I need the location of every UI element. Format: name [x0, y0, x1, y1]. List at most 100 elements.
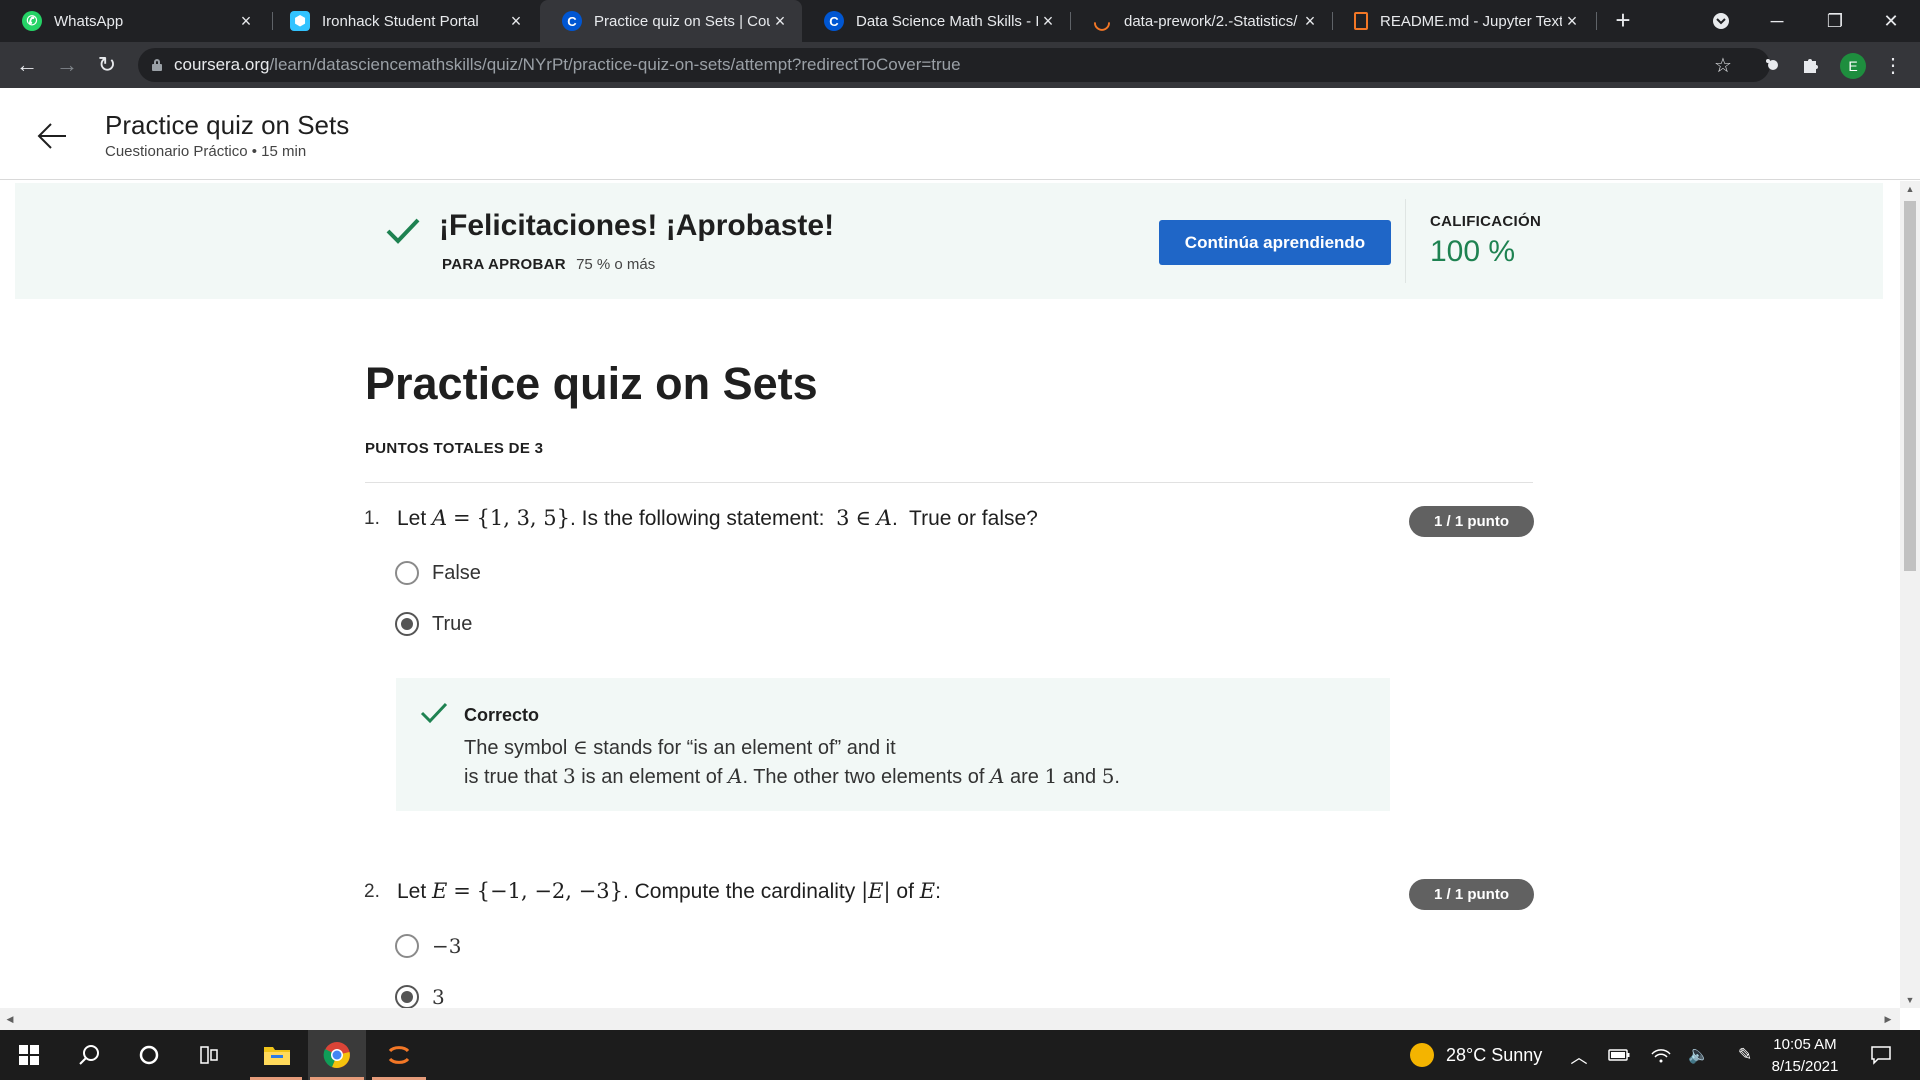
- system-clock[interactable]: 10:05 AM 8/15/2021: [1760, 1034, 1850, 1078]
- vertical-scrollbar[interactable]: ▲ ▼: [1900, 181, 1920, 1008]
- close-tab-icon[interactable]: ×: [1300, 11, 1320, 32]
- tab-practice-quiz[interactable]: C Practice quiz on Sets | Cour ×: [540, 0, 802, 42]
- windows-taskbar: 28°C Sunny ︿ 🔈 ✎ 10:05 AM 8/15/2021: [0, 1030, 1920, 1080]
- radio-false[interactable]: [395, 561, 419, 585]
- coursera-icon: C: [824, 11, 844, 31]
- check-icon: [420, 702, 448, 724]
- tab-title: Ironhack Student Portal: [322, 12, 479, 30]
- pen-ink-icon[interactable]: ✎: [1730, 1030, 1760, 1080]
- close-tab-icon[interactable]: ×: [506, 11, 526, 32]
- bookmark-star-icon[interactable]: ☆: [1708, 50, 1738, 80]
- banner-title: ¡Felicitaciones! ¡Aprobaste!: [439, 209, 835, 242]
- feedback-title: Correcto: [464, 705, 540, 725]
- extension-icon[interactable]: [1758, 50, 1788, 80]
- new-tab-button[interactable]: +: [1608, 6, 1638, 36]
- scroll-left-arrow-icon[interactable]: ◀: [0, 1011, 20, 1027]
- windows-logo-icon: [19, 1045, 39, 1065]
- chrome-icon[interactable]: [308, 1030, 366, 1080]
- page-header: Practice quiz on Sets Cuestionario Práct…: [0, 88, 1920, 180]
- pass-value: 75 % o más: [576, 256, 656, 273]
- close-tab-icon[interactable]: ×: [1562, 11, 1582, 32]
- tab-data-science-math[interactable]: C Data Science Math Skills - Ir ×: [802, 0, 1070, 42]
- forward-button[interactable]: →: [52, 50, 82, 80]
- horizontal-scrollbar[interactable]: ◀ ▶: [0, 1008, 1900, 1030]
- menu-dots-icon[interactable]: ⋮: [1878, 50, 1908, 80]
- url-text[interactable]: coursera.org/learn/datasciencemathskills…: [174, 55, 961, 75]
- clock-date: 8/15/2021: [1771, 1058, 1839, 1075]
- battery-icon[interactable]: [1604, 1030, 1634, 1080]
- task-view-icon[interactable]: [182, 1030, 236, 1080]
- scroll-up-arrow-icon[interactable]: ▲: [1900, 181, 1920, 197]
- tab-title: Data Science Math Skills - Ir: [856, 12, 1038, 30]
- feedback-text-line-1: The symbol ∈ stands for “is an element o…: [464, 735, 896, 759]
- tab-whatsapp[interactable]: ✆ WhatsApp ×: [0, 0, 268, 42]
- coursera-icon: C: [562, 11, 582, 31]
- option-label[interactable]: 3: [432, 985, 445, 1009]
- radio-option[interactable]: [395, 934, 419, 958]
- tab-title: Practice quiz on Sets | Cour: [594, 12, 770, 30]
- address-bar[interactable]: coursera.org/learn/datasciencemathskills…: [138, 48, 1770, 82]
- tab-ironhack[interactable]: ⬢ Ironhack Student Portal ×: [268, 0, 538, 42]
- clock-time: 10:05 AM: [1773, 1036, 1837, 1053]
- close-tab-icon[interactable]: ×: [770, 11, 790, 32]
- option-label[interactable]: True: [432, 613, 472, 636]
- minimize-button[interactable]: ─: [1748, 0, 1806, 42]
- grade-value: 100 %: [1430, 235, 1516, 268]
- scroll-down-arrow-icon[interactable]: ▼: [1900, 992, 1920, 1008]
- start-button[interactable]: [0, 1030, 58, 1080]
- restore-button[interactable]: ❐: [1806, 0, 1864, 42]
- tab-data-prework[interactable]: ◡ data-prework/2.-Statistics/ ×: [1070, 0, 1332, 42]
- close-tab-icon[interactable]: ×: [236, 11, 256, 32]
- file-explorer-icon[interactable]: [248, 1030, 306, 1080]
- option-label[interactable]: False: [432, 562, 481, 585]
- wifi-icon[interactable]: [1646, 1030, 1676, 1080]
- tab-title: README.md - Jupyter Text E: [1380, 12, 1562, 30]
- sun-icon: [1410, 1043, 1434, 1067]
- volume-icon[interactable]: 🔈: [1684, 1030, 1714, 1080]
- tab-title: WhatsApp: [54, 12, 124, 30]
- points-badge: 1 / 1 punto: [1409, 506, 1534, 537]
- tab-search-icon[interactable]: [1692, 0, 1750, 42]
- browser-toolbar: ← → ↻ coursera.org/learn/datasciencemath…: [0, 42, 1920, 88]
- banner-divider: [1405, 199, 1406, 283]
- grade-label: CALIFICACIÓN: [1430, 213, 1542, 230]
- jupyter-app-icon[interactable]: [370, 1030, 428, 1080]
- pass-label: PARA APROBAR: [442, 256, 566, 273]
- reload-button[interactable]: ↻: [92, 50, 122, 80]
- pass-requirement: PARA APROBAR 75 % o más: [442, 256, 655, 273]
- total-points: PUNTOS TOTALES DE 3: [365, 440, 544, 457]
- question-number: 1.: [364, 508, 380, 529]
- jupyter-icon: ◡: [1093, 10, 1111, 33]
- weather-widget[interactable]: 28°C Sunny: [1410, 1030, 1542, 1080]
- quiz-title: Practice quiz on Sets: [365, 358, 818, 409]
- continue-learning-button[interactable]: Continúa aprendiendo: [1159, 220, 1391, 265]
- tab-readme[interactable]: README.md - Jupyter Text E ×: [1332, 0, 1594, 42]
- extensions-puzzle-icon[interactable]: [1796, 50, 1826, 80]
- points-badge: 1 / 1 punto: [1409, 879, 1534, 910]
- lock-icon: [152, 59, 162, 71]
- whatsapp-icon: ✆: [22, 11, 42, 31]
- page-title: Practice quiz on Sets: [105, 110, 350, 140]
- notifications-icon[interactable]: [1866, 1030, 1896, 1080]
- search-icon[interactable]: [62, 1030, 116, 1080]
- cortana-icon[interactable]: [122, 1030, 176, 1080]
- check-icon: [386, 218, 420, 244]
- show-hidden-icons-chevron-icon[interactable]: ︿: [1564, 1030, 1594, 1080]
- divider: [365, 482, 1533, 483]
- page-subtitle: Cuestionario Práctico • 15 min: [105, 143, 307, 160]
- url-path: /learn/datasciencemathskills/quiz/NYrPt/…: [269, 55, 961, 74]
- scrollbar-thumb[interactable]: [1904, 201, 1916, 571]
- close-window-button[interactable]: ✕: [1862, 0, 1920, 42]
- question-1-text: Let A = {1, 3, 5}. Is the following stat…: [397, 506, 1038, 530]
- radio-true[interactable]: [395, 612, 419, 636]
- back-arrow-icon[interactable]: [34, 118, 70, 154]
- feedback-text-line-2: is true that 3 is an element of A. The o…: [464, 764, 1120, 788]
- question-2-text: Let E = {−1, −2, −3}. Compute the cardin…: [397, 879, 941, 903]
- scroll-right-arrow-icon[interactable]: ▶: [1878, 1011, 1898, 1027]
- back-button[interactable]: ←: [12, 50, 42, 80]
- close-tab-icon[interactable]: ×: [1038, 11, 1058, 32]
- option-label[interactable]: −3: [432, 934, 461, 958]
- weather-text: 28°C Sunny: [1446, 1044, 1543, 1065]
- profile-avatar[interactable]: E: [1840, 53, 1866, 79]
- radio-option-selected[interactable]: [395, 985, 419, 1009]
